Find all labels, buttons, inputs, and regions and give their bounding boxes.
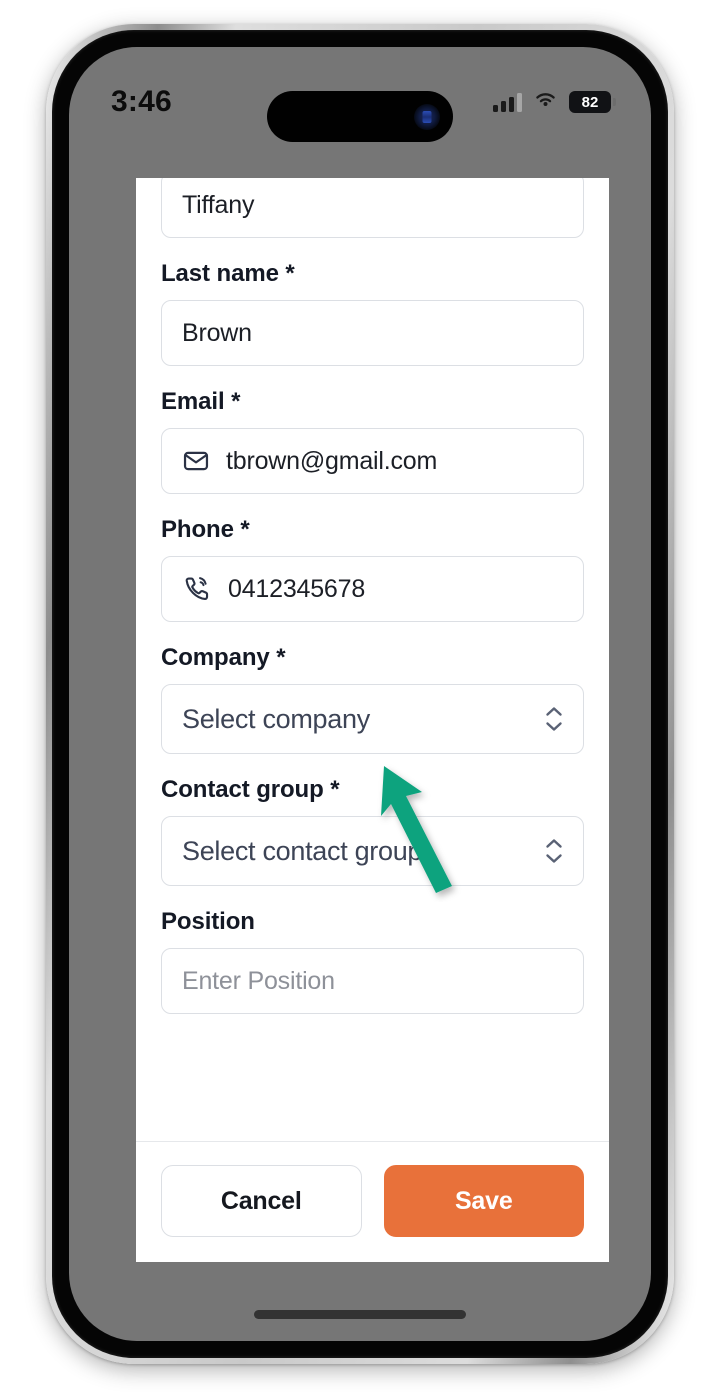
email-label: Email *	[161, 388, 241, 415]
field-company: Company * Select company	[161, 644, 584, 754]
phone-value: 0412345678	[228, 574, 366, 603]
last-name-input[interactable]: Brown	[161, 300, 584, 366]
field-first-name: Tiffany	[161, 178, 584, 238]
contact-group-select[interactable]: Select contact group	[161, 816, 584, 886]
company-select-value: Select company	[182, 703, 370, 734]
phone-label: Phone *	[161, 516, 250, 543]
email-input[interactable]: tbrown@gmail.com	[161, 428, 584, 494]
status-bar-indicators: 82	[493, 80, 616, 114]
battery-level-text: 82	[581, 93, 599, 111]
cancel-button[interactable]: Cancel	[161, 1165, 362, 1237]
field-contact-group: Contact group * Select contact group	[161, 776, 584, 886]
phone-bezel: 3:46 82 Tiffany Last name * Brown Email …	[52, 30, 668, 1358]
last-name-value: Brown	[182, 318, 252, 347]
envelope-icon	[182, 447, 210, 475]
company-select[interactable]: Select company	[161, 684, 584, 754]
field-position: Position Enter Position	[161, 908, 584, 1014]
field-email: Email * tbrown@gmail.com	[161, 388, 584, 494]
status-bar-clock: 3:46	[111, 85, 172, 118]
company-label: Company *	[161, 644, 286, 671]
form-footer: Cancel Save	[136, 1141, 609, 1262]
form-body: Tiffany Last name * Brown Email * tbrown…	[136, 178, 609, 1141]
phone-device-frame: 3:46 82 Tiffany Last name * Brown Email …	[46, 24, 674, 1364]
contact-group-label: Contact group *	[161, 776, 340, 803]
phone-screen: 3:46 82 Tiffany Last name * Brown Email …	[69, 47, 651, 1341]
first-name-input[interactable]: Tiffany	[161, 178, 584, 238]
field-phone: Phone * 0412345678	[161, 516, 584, 622]
screenshot-root: 3:46 82 Tiffany Last name * Brown Email …	[0, 0, 719, 1392]
email-value: tbrown@gmail.com	[226, 446, 438, 475]
contact-group-select-value: Select contact group	[182, 835, 423, 866]
front-camera-icon	[414, 103, 440, 130]
first-name-value: Tiffany	[182, 190, 255, 219]
field-last-name: Last name * Brown	[161, 260, 584, 366]
home-indicator[interactable]	[254, 1310, 466, 1319]
cellular-signal-icon	[493, 92, 522, 112]
phone-input[interactable]: 0412345678	[161, 556, 584, 622]
wifi-icon	[533, 90, 558, 114]
position-label: Position	[161, 908, 255, 935]
battery-icon: 82	[569, 91, 616, 113]
contact-form-modal: Tiffany Last name * Brown Email * tbrown…	[136, 178, 609, 1262]
select-chevrons-icon	[545, 838, 563, 864]
position-input[interactable]: Enter Position	[161, 948, 584, 1014]
select-chevrons-icon	[545, 706, 563, 732]
save-button[interactable]: Save	[383, 1165, 584, 1237]
dynamic-island	[267, 91, 453, 142]
phone-icon	[182, 574, 212, 604]
position-placeholder: Enter Position	[182, 966, 335, 995]
last-name-label: Last name *	[161, 260, 295, 287]
